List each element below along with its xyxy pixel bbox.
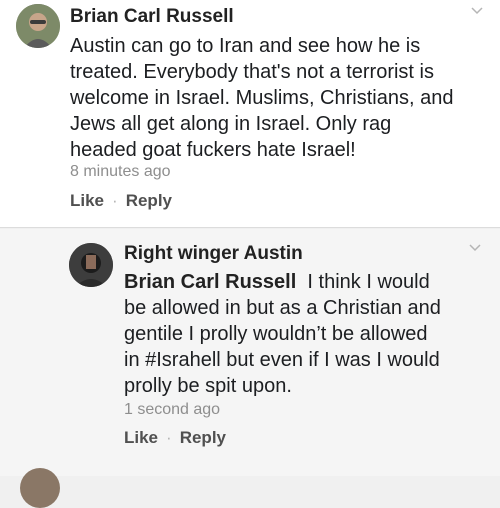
comment-author[interactable]: Right winger Austin (124, 243, 303, 265)
comment-line-text: I think I would (307, 271, 430, 293)
like-button[interactable]: Like (124, 428, 158, 447)
separator-dot: · (166, 428, 172, 447)
comment-line: headed goat fuckers hate Israel! (70, 139, 356, 161)
comment-line: gentile I prolly wouldn’t be allowed (124, 323, 428, 345)
comment-author[interactable]: Brian Carl Russell (70, 6, 234, 28)
comment-actions: Like · Reply (70, 191, 172, 211)
comment-text: Austin can go to Iran and see how he is … (70, 33, 453, 163)
chevron-down-icon[interactable] (470, 4, 484, 18)
comment-line: treated. Everybody that's not a terroris… (70, 61, 434, 83)
comment-timestamp: 1 second ago (124, 401, 221, 418)
chevron-down-icon[interactable] (468, 241, 482, 255)
comment-line: Jews all get along in Israel. Only rag (70, 113, 392, 135)
comment-2: Right winger Austin Brian Carl Russell I… (0, 229, 500, 476)
comment-1: Brian Carl Russell Austin can go to Iran… (0, 0, 500, 228)
comment-timestamp: 8 minutes ago (70, 163, 171, 180)
comment-line: in #Israhell but even if I was I would (124, 349, 440, 371)
like-button[interactable]: Like (70, 191, 104, 210)
comment-line: be allowed in but as a Christian and (124, 297, 441, 319)
avatar[interactable] (16, 4, 60, 48)
comment-actions: Like · Reply (124, 428, 226, 448)
avatar[interactable] (20, 468, 60, 508)
reply-button[interactable]: Reply (180, 428, 226, 447)
comment-line: Austin can go to Iran and see how he is (70, 35, 421, 57)
reply-button[interactable]: Reply (126, 191, 172, 210)
avatar[interactable] (69, 243, 113, 287)
mention-link[interactable]: Brian Carl Russell (124, 271, 296, 293)
separator-dot: · (112, 191, 118, 210)
comment-line: prolly be spit upon. (124, 375, 292, 397)
comment-line: Brian Carl Russell I think I would (124, 269, 441, 295)
comment-text: Brian Carl Russell I think I would be al… (124, 269, 441, 399)
comment-line: welcome in Israel. Muslims, Christians, … (70, 87, 454, 109)
